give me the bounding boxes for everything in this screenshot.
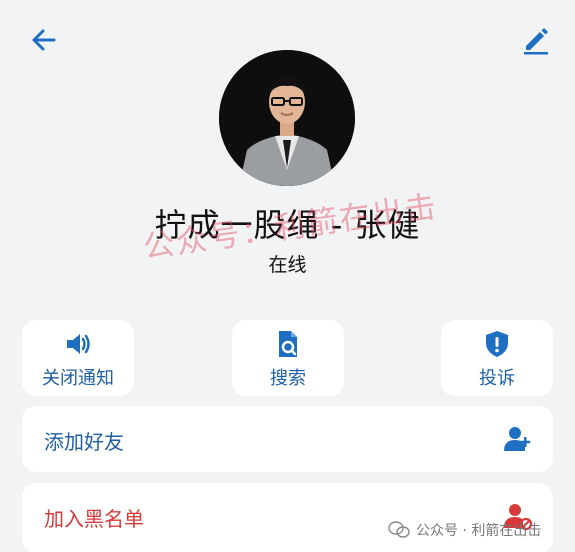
wechat-icon <box>388 521 410 538</box>
report-button[interactable]: 投诉 <box>441 320 553 396</box>
online-status: 在线 <box>268 254 307 276</box>
search-chat-label: 搜索 <box>270 368 306 389</box>
footer-watermark-text: 公众号 · 利箭在出击 <box>416 523 542 539</box>
arrow-left-icon <box>32 29 56 51</box>
add-friend-row[interactable]: 添加好友 <box>22 406 553 472</box>
shield-alert-icon <box>486 331 508 357</box>
avatar[interactable] <box>219 50 355 186</box>
avatar-portrait <box>219 50 355 186</box>
contact-name: 拧成一股绳 - 张健 <box>154 206 421 244</box>
pencil-icon <box>524 28 548 55</box>
speaker-icon <box>67 334 90 354</box>
mute-notifications-label: 关闭通知 <box>42 368 114 389</box>
search-chat-button[interactable]: 搜索 <box>232 320 344 396</box>
blacklist-row[interactable]: 加入黑名单 <box>22 483 553 552</box>
blacklist-label: 加入黑名单 <box>44 507 144 531</box>
search-document-icon <box>279 331 297 357</box>
footer-watermark: 公众号 · 利箭在出击 <box>388 519 541 541</box>
mute-notifications-button[interactable]: 关闭通知 <box>22 320 134 396</box>
add-user-icon <box>504 427 531 451</box>
edit-button[interactable] <box>518 22 552 56</box>
add-friend-label: 添加好友 <box>44 430 124 454</box>
report-label: 投诉 <box>479 368 515 389</box>
back-button[interactable] <box>28 24 60 56</box>
